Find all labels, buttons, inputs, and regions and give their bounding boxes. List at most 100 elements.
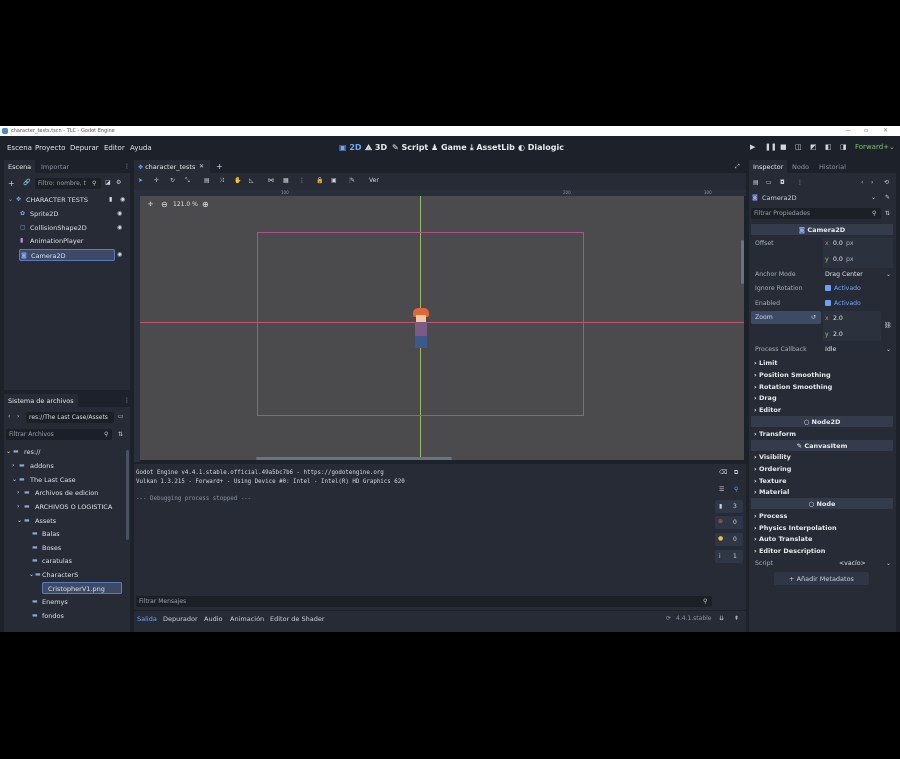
zoom-y-input[interactable]: 2.0 — [833, 331, 843, 338]
menu-dots-icon[interactable]: ⋮ — [124, 163, 130, 170]
property-filter-input[interactable]: Filtrar Propiedades — [751, 208, 881, 219]
stop-icon[interactable]: ■ — [780, 143, 787, 151]
filter-log-button[interactable]: ▮ 3 — [715, 500, 743, 513]
visibility-eye-icon[interactable]: ◉ — [120, 196, 125, 203]
workspace-script-button[interactable]: ✎ Script — [392, 143, 428, 152]
section-drag[interactable]: › Drag — [754, 394, 777, 402]
add-metadata-button[interactable]: + Añadir Metadatos — [774, 572, 869, 585]
filesystem-filter-input[interactable]: Filtrar Archivos — [6, 429, 112, 440]
list-select-icon[interactable]: ▤ — [204, 177, 210, 184]
play-icon[interactable]: ▶ — [750, 143, 755, 151]
workspace-dialogic-button[interactable]: ◐ Dialogic — [518, 143, 564, 152]
tree-item-animationplayer[interactable]: ▮ AnimationPlayer — [19, 235, 128, 247]
zoom-x-input[interactable]: 2.0 — [833, 315, 843, 322]
bottom-tab-animacion[interactable]: Animación — [230, 615, 264, 623]
fs-item-characters[interactable]: ⌄ ▬ CharacterS — [29, 569, 126, 581]
script-icon[interactable]: ✎ — [885, 194, 890, 201]
save-resource-icon[interactable]: ◘ — [780, 179, 785, 186]
filter-options-icon[interactable]: ⇅ — [885, 210, 890, 217]
visibility-eye-icon[interactable]: ◉ — [117, 251, 122, 258]
section-editor[interactable]: › Editor — [754, 406, 781, 414]
history-icon[interactable]: ⟲ — [884, 179, 889, 186]
zoom-property-row[interactable]: Zoom ↺ — [751, 311, 821, 324]
pivot-tool-icon[interactable]: ⤨ — [219, 177, 224, 185]
workspace-game-button[interactable]: ♟ Game — [431, 143, 467, 152]
history-back-icon[interactable]: ‹ — [861, 179, 863, 186]
new-resource-icon[interactable]: ▤ — [753, 179, 759, 186]
fs-item-assets[interactable]: ⌄ ▬ Assets — [17, 515, 126, 527]
maximize-icon[interactable]: ▫ — [864, 127, 868, 134]
output-filter-input[interactable]: Filtrar Mensajes — [136, 596, 712, 607]
section-rotation-smoothing[interactable]: › Rotation Smoothing — [754, 383, 832, 391]
pin-icon[interactable]: ⇊ — [719, 615, 724, 622]
menu-dots-icon[interactable]: ⋮ — [797, 179, 803, 186]
section-visibility[interactable]: › Visibility — [754, 453, 791, 461]
fs-item-caratulas[interactable]: ▬ caratulas — [29, 555, 126, 567]
filesystem-scrollbar[interactable] — [126, 450, 129, 540]
section-ordering[interactable]: › Ordering — [754, 465, 791, 473]
offset-y-input[interactable]: 0.0 — [833, 256, 843, 263]
link-icon[interactable]: ⛓ — [884, 322, 892, 329]
menu-ayuda[interactable]: Ayuda — [130, 144, 152, 152]
menu-dots-icon[interactable]: ⋮ — [124, 397, 130, 404]
fs-item-addons[interactable]: › ▬ addons — [12, 460, 126, 472]
add-tab-icon[interactable]: + — [216, 162, 223, 171]
workspace-3d-button[interactable]: ⟁ 3D — [365, 143, 387, 153]
fs-item-cristopherv1[interactable]: CristopherV1.png — [42, 582, 122, 594]
play-custom-icon[interactable]: ◨ — [840, 143, 847, 151]
menu-escena[interactable]: Escena — [7, 144, 32, 152]
chevron-down-icon[interactable]: ⌄ — [889, 143, 895, 151]
object-selector[interactable]: ◙ Camera2D ⌄ — [751, 192, 879, 204]
anchor-mode-select[interactable]: Drag Center — [825, 271, 863, 278]
section-physics-interpolation[interactable]: › Physics Interpolation — [754, 524, 837, 532]
tree-item-collisionshape2d[interactable]: ▢ CollisionShape2D ◉ — [19, 222, 128, 234]
sort-icon[interactable]: ⇅ — [118, 431, 123, 438]
close-tab-icon[interactable]: ✕ — [199, 163, 204, 170]
fs-item-archivos-edicion[interactable]: › ▬ Archivos de edicion — [17, 487, 126, 499]
script-icon[interactable]: ▮ — [109, 196, 112, 203]
tab-historial[interactable]: Historial — [815, 160, 850, 173]
back-icon[interactable]: ‹ — [8, 413, 10, 420]
copy-output-icon[interactable]: ⧉ — [734, 469, 738, 477]
expand-panel-icon[interactable]: ⇞ — [734, 615, 739, 622]
fs-item-balas[interactable]: ▬ Balas — [29, 528, 126, 540]
section-process[interactable]: › Process — [754, 512, 787, 520]
enabled-checkbox[interactable]: Activado — [825, 300, 861, 307]
ruler-tool-icon[interactable]: ◺ — [249, 177, 254, 184]
zoom-in-icon[interactable]: ⊕ — [202, 200, 209, 209]
group-icon[interactable]: ▣ — [331, 177, 337, 184]
bottom-tab-audio[interactable]: Audio — [204, 615, 222, 623]
smart-snap-icon[interactable]: ⋈ — [268, 177, 274, 184]
filter-errors-button[interactable]: ⊗ 0 — [715, 516, 743, 529]
zoom-level[interactable]: 121.0 % — [173, 201, 198, 208]
filter-messages-button[interactable]: ⅰ1 — [715, 550, 743, 563]
visibility-eye-icon[interactable]: ◉ — [117, 210, 122, 217]
visibility-eye-icon[interactable]: ◉ — [117, 224, 122, 231]
chevron-down-icon[interactable]: ⌄ — [886, 346, 891, 353]
rotate-tool-icon[interactable]: ↻ — [170, 177, 175, 184]
ignore-rotation-checkbox[interactable]: Activado — [825, 285, 861, 292]
bottom-tab-salida[interactable]: Salida — [137, 615, 157, 623]
fs-item-archivos-logistica[interactable]: › ▬ ARCHIVOS O LOGISTICA — [17, 501, 126, 513]
lock-icon[interactable]: 🔒 — [316, 177, 323, 184]
close-icon[interactable]: ✕ — [883, 127, 888, 134]
forward-icon[interactable]: › — [17, 413, 19, 420]
revert-icon[interactable]: ↺ — [811, 314, 816, 321]
filter-warnings-button[interactable]: ● 0 — [715, 533, 743, 546]
fs-item-boses[interactable]: ▬ Boses — [29, 542, 126, 554]
fs-item-res[interactable]: ⌄ ▬ res:// — [6, 446, 126, 458]
section-texture[interactable]: › Texture — [754, 477, 786, 485]
scale-tool-icon[interactable]: ⤡ — [185, 177, 190, 185]
tab-nodo[interactable]: Nodo — [788, 160, 813, 173]
section-limit[interactable]: › Limit — [754, 359, 777, 367]
play-scene-icon[interactable]: ◧ — [825, 143, 832, 151]
tree-item-root[interactable]: ⌄ ✥ CHARACTER TESTS ▮ ◉ — [8, 194, 128, 206]
section-editor-description[interactable]: › Editor Description — [754, 547, 825, 555]
offset-x-input[interactable]: 0.0 — [833, 240, 843, 247]
menu-proyecto[interactable]: Proyecto — [35, 144, 65, 152]
distraction-free-icon[interactable]: ⤢ — [735, 163, 740, 171]
vertical-scrollbar[interactable] — [741, 240, 744, 284]
pause-icon[interactable]: ❚❚ — [765, 143, 777, 151]
fs-item-enemys[interactable]: ▬ Enemys — [29, 596, 126, 608]
character-sprite[interactable] — [411, 308, 431, 350]
